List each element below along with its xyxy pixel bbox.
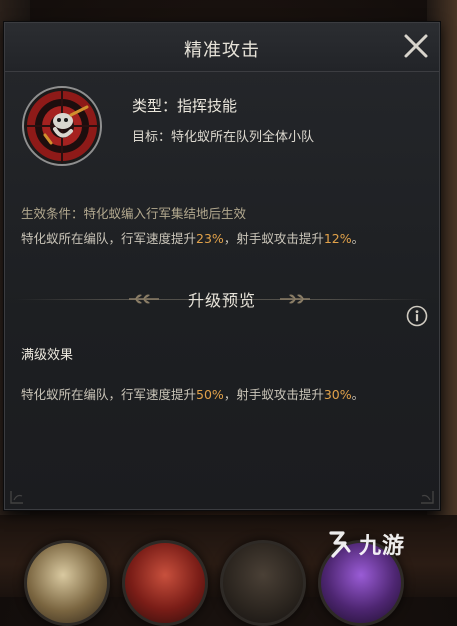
watermark-text: 九游 xyxy=(359,534,406,559)
dialog-header: 精准攻击 xyxy=(5,23,439,72)
max-attack-bonus-value: 30% xyxy=(323,387,352,402)
dialog-title: 精准攻击 xyxy=(184,40,260,61)
corner-ornament-icon xyxy=(10,491,23,504)
laurel-ornament-icon xyxy=(280,294,310,304)
skill-target: 目标：特化蚁所在队列全体小队 xyxy=(132,130,315,145)
speed-bonus-value: 23% xyxy=(196,231,224,246)
skill-slot-1[interactable] xyxy=(24,540,110,626)
skill-type: 类型：指挥技能 xyxy=(132,97,238,115)
corner-ornament-icon xyxy=(421,491,434,504)
effect-part: 特化蚁所在编队，行军速度提升 xyxy=(21,387,197,402)
skill-detail-dialog: 精准攻击 类型：指挥技能 目标：特化蚁所在队列全体小队 生效条件：特化蚁编入行军… xyxy=(4,22,440,510)
upgrade-preview-title: 升级预览 xyxy=(187,291,256,310)
crosshair-soldier-emblem-icon xyxy=(22,86,102,166)
max-speed-bonus-value: 50% xyxy=(196,387,224,402)
max-level-label: 满级效果 xyxy=(21,348,74,363)
effect-part: 。 xyxy=(351,387,365,402)
effect-part: 特化蚁所在编队，行军速度提升 xyxy=(21,231,197,246)
activation-condition: 生效条件：特化蚁编入行军集结地后生效 xyxy=(21,206,247,221)
max-effect-text: 特化蚁所在编队，行军速度提升50%，射手蚁攻击提升30%。 xyxy=(21,384,364,403)
effect-part: ，射手蚁攻击提升 xyxy=(223,387,324,402)
attack-bonus-value: 12% xyxy=(323,231,352,246)
watermark: 九游 xyxy=(325,528,405,560)
effect-part: 。 xyxy=(351,231,365,246)
effect-part: ，射手蚁攻击提升 xyxy=(223,231,324,246)
info-icon[interactable] xyxy=(406,305,428,327)
skill-slot-3[interactable] xyxy=(220,540,306,626)
skill-slot-2[interactable] xyxy=(122,540,208,626)
current-effect-text: 特化蚁所在编队，行军速度提升23%，射手蚁攻击提升12%。 xyxy=(21,228,364,247)
close-icon[interactable] xyxy=(401,31,431,61)
nine-game-logo-icon xyxy=(329,531,351,558)
